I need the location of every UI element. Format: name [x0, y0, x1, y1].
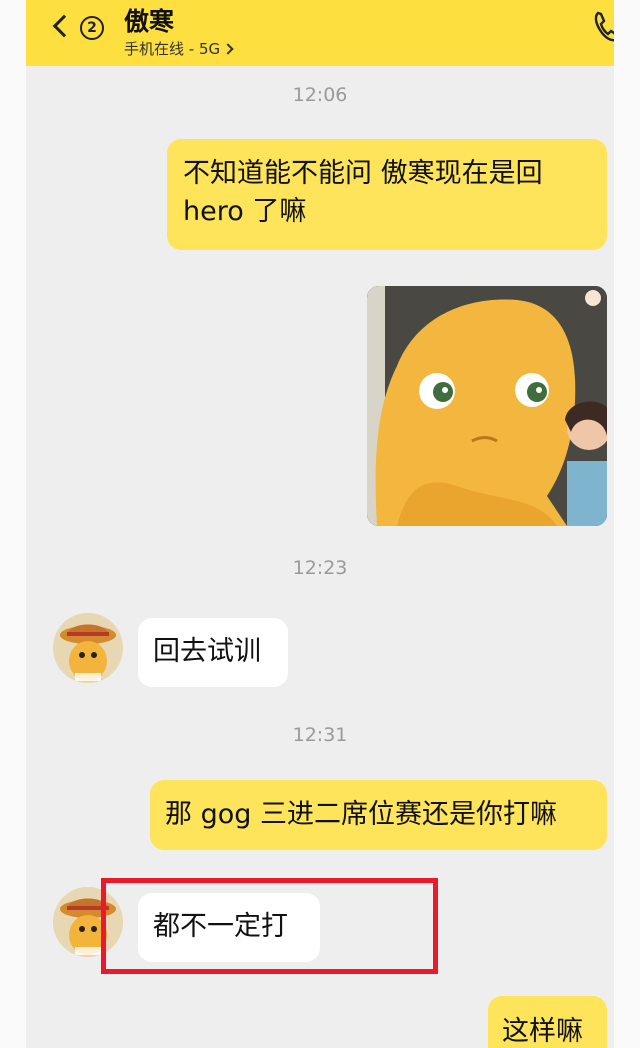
message-timestamp: 12:06	[292, 84, 348, 106]
left-margin	[0, 0, 26, 1048]
message-timestamp: 12:31	[292, 724, 348, 746]
message-text: 那 gog 三进二席位赛还是你打嘛	[165, 799, 557, 830]
red-highlight-box	[101, 878, 438, 974]
chevron-right-icon	[222, 43, 234, 55]
incoming-message-bubble[interactable]: 回去试训	[138, 618, 288, 687]
outgoing-message-bubble[interactable]: 不知道能不能问 傲寒现在是回 hero 了嘛	[167, 139, 607, 250]
chat-header: 2 傲寒 手机在线 - 5G	[26, 0, 614, 66]
online-status[interactable]: 手机在线 - 5G	[124, 38, 234, 59]
online-status-text: 手机在线 - 5G	[124, 40, 221, 58]
sticker-illustration	[367, 286, 607, 526]
message-text: hero 了嘛	[183, 196, 307, 227]
phone-icon[interactable]	[592, 10, 614, 44]
message-timestamp: 12:23	[292, 557, 348, 579]
outgoing-message-bubble[interactable]: 那 gog 三进二席位赛还是你打嘛	[150, 780, 607, 850]
chat-screen: 2 傲寒 手机在线 - 5G 12:06 不知道能不能问 傲寒现在是回 hero…	[26, 0, 614, 1048]
unread-count-badge: 2	[80, 16, 104, 40]
message-text: 不知道能不能问 傲寒现在是回	[183, 158, 543, 189]
right-margin	[614, 0, 640, 1048]
contact-avatar[interactable]	[53, 613, 123, 683]
message-text: 回去试训	[153, 636, 261, 667]
message-text: 这样嘛	[502, 1016, 583, 1047]
outgoing-sticker-image[interactable]	[367, 286, 607, 526]
avatar-image	[53, 613, 123, 683]
chevron-left-icon	[52, 14, 76, 38]
outgoing-message-bubble[interactable]: 这样嘛	[488, 996, 607, 1048]
back-button[interactable]: 2	[50, 10, 114, 50]
contact-name[interactable]: 傲寒	[124, 2, 174, 38]
